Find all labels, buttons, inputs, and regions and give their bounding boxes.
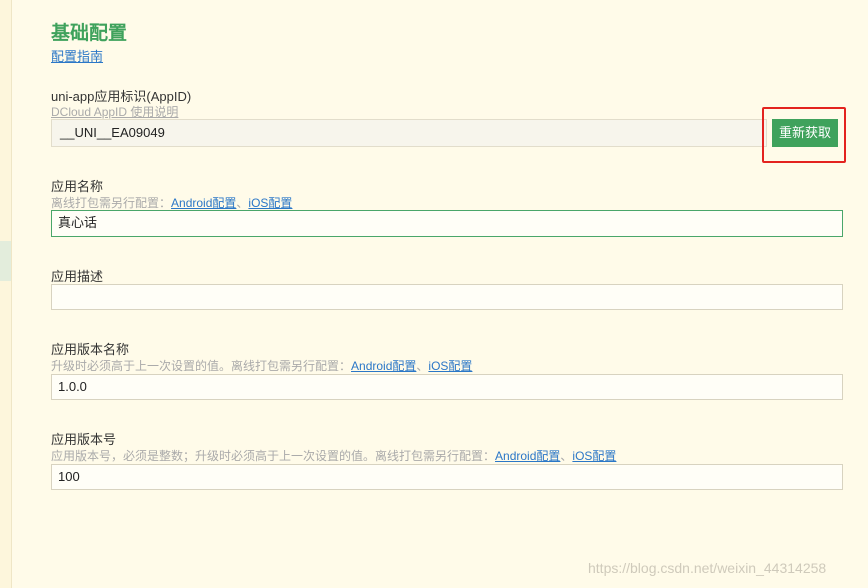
app-name-label: 应用名称 [51, 179, 104, 194]
version-code-hint: 应用版本号，必须是整数；升级时必须高于上一次设置的值。离线打包需另行配置：And… [51, 447, 616, 464]
refresh-appid-button[interactable]: 重新获取 [772, 119, 838, 147]
version-name-hint-text: 升级时必须高于上一次设置的值。离线打包需另行配置： [51, 359, 352, 373]
watermark-text: https://blog.csdn.net/weixin_44314258 [588, 560, 827, 576]
page-title: 基础配置 [51, 23, 128, 44]
config-guide-link[interactable]: 配置指南 [51, 46, 103, 65]
rail-tab[interactable] [0, 241, 11, 281]
app-desc-field[interactable] [51, 284, 843, 310]
version-name-field[interactable]: 1.0.0 [51, 374, 843, 400]
version-name-label: 应用版本名称 [51, 342, 130, 357]
version-code-label: 应用版本号 [51, 432, 117, 447]
app-name-ios-link[interactable]: iOS配置 [248, 196, 292, 210]
app-name-field[interactable]: 真心话 [51, 210, 843, 237]
app-name-hint: 离线打包需另行配置：Android配置、iOS配置 [51, 194, 292, 211]
hint-separator: 、 [236, 196, 249, 210]
refresh-button-highlight: 重新获取 [762, 107, 846, 163]
version-code-ios-link[interactable]: iOS配置 [572, 449, 616, 463]
hint-separator: 、 [560, 449, 573, 463]
version-code-android-link[interactable]: Android配置 [495, 449, 560, 463]
appid-field[interactable]: __UNI__EA09049 [51, 119, 767, 147]
app-name-hint-text: 离线打包需另行配置： [51, 196, 172, 210]
hint-separator: 、 [416, 359, 429, 373]
app-desc-label: 应用描述 [51, 269, 104, 284]
version-name-ios-link[interactable]: iOS配置 [428, 359, 472, 373]
appid-help-link[interactable]: DCloud AppID 使用说明 [51, 103, 178, 120]
app-name-android-link[interactable]: Android配置 [171, 196, 236, 210]
version-name-hint: 升级时必须高于上一次设置的值。离线打包需另行配置：Android配置、iOS配置 [51, 357, 472, 374]
version-code-field[interactable]: 100 [51, 464, 843, 490]
version-name-android-link[interactable]: Android配置 [351, 359, 416, 373]
version-code-hint-text: 应用版本号，必须是整数；升级时必须高于上一次设置的值。离线打包需另行配置： [51, 449, 496, 463]
left-rail [0, 0, 12, 588]
